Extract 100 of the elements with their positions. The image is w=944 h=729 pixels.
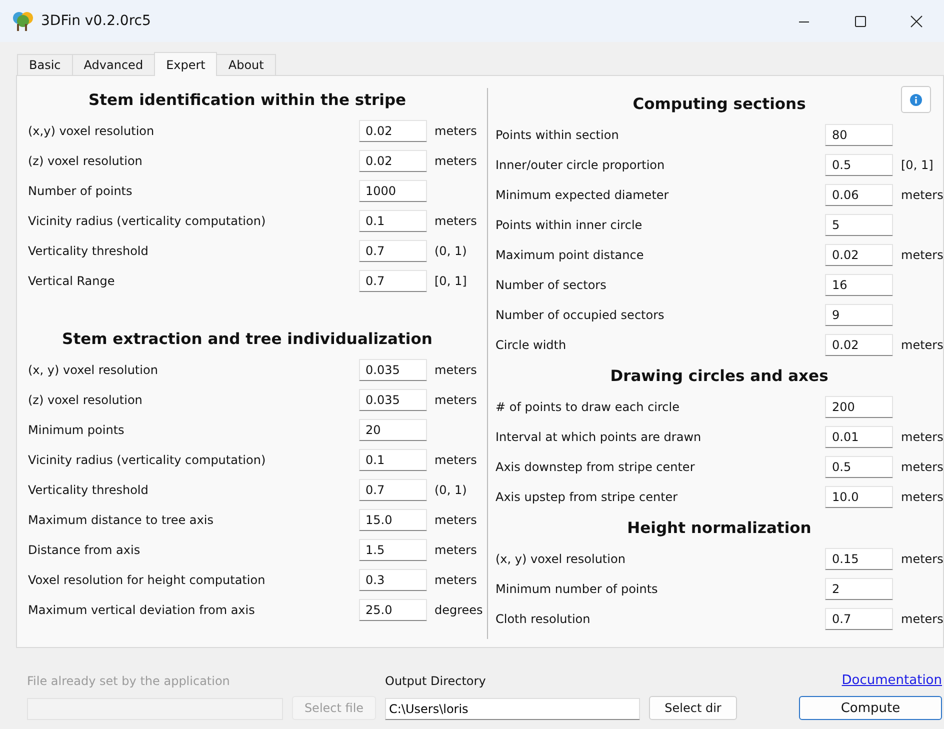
field-label: (x, y) voxel resolution bbox=[496, 552, 626, 566]
unit-label: (0, 1) bbox=[434, 244, 468, 258]
file-label: File already set by the application bbox=[27, 674, 231, 688]
unit-label: degrees bbox=[434, 603, 484, 617]
unit-label: meters bbox=[901, 552, 943, 566]
input-field[interactable]: 9 bbox=[825, 304, 893, 326]
unit-label: meters bbox=[901, 338, 943, 352]
input-field[interactable]: 2 bbox=[825, 578, 893, 600]
input-field[interactable]: 5 bbox=[825, 214, 893, 236]
field-label: Minimum points bbox=[28, 423, 126, 437]
info-button[interactable] bbox=[901, 86, 931, 113]
field-label: Vicinity radius (verticality computation) bbox=[28, 214, 267, 228]
unit-label: (0, 1) bbox=[434, 483, 468, 497]
input-field[interactable]: 0.7 bbox=[358, 270, 426, 292]
field-label: Axis upstep from stripe center bbox=[496, 490, 679, 504]
input-field[interactable]: 0.7 bbox=[358, 479, 426, 501]
field-label: (x,y) voxel resolution bbox=[28, 124, 156, 138]
input-field[interactable]: 1.5 bbox=[358, 539, 426, 561]
field-label: Inner/outer circle proportion bbox=[496, 158, 666, 172]
input-field[interactable]: 20 bbox=[358, 419, 426, 441]
field-label: Vicinity radius (verticality computation) bbox=[28, 453, 267, 467]
field-label: Vertical Range bbox=[28, 274, 116, 288]
input-field[interactable]: 0.02 bbox=[358, 150, 426, 172]
input-field[interactable]: 10.0 bbox=[825, 486, 893, 508]
select-dir-button[interactable]: Select dir bbox=[649, 696, 737, 720]
section-title: Drawing circles and axes bbox=[610, 367, 828, 385]
field-label: Cloth resolution bbox=[496, 612, 592, 626]
field-label: Distance from axis bbox=[28, 543, 142, 557]
output-directory-field[interactable]: C:\Users\loris bbox=[385, 698, 640, 720]
field-label: Number of points bbox=[28, 184, 134, 198]
tree-icon bbox=[12, 11, 34, 31]
field-label: # of points to draw each circle bbox=[496, 400, 680, 414]
input-field[interactable]: 0.01 bbox=[825, 426, 893, 448]
field-label: Points within inner circle bbox=[496, 218, 644, 232]
info-icon bbox=[910, 94, 922, 106]
window-title: 3DFin v0.2.0rc5 bbox=[41, 13, 151, 29]
field-label: Verticality threshold bbox=[28, 244, 150, 258]
documentation-link[interactable]: Documentation bbox=[842, 673, 942, 688]
field-label: Points within section bbox=[496, 128, 620, 142]
output-directory-label: Output Directory bbox=[385, 674, 487, 688]
tab[interactable]: Basic bbox=[17, 54, 73, 75]
input-field[interactable]: 0.02 bbox=[825, 334, 893, 356]
input-field[interactable]: 0.5 bbox=[825, 456, 893, 478]
input-field[interactable]: 0.1 bbox=[358, 449, 426, 471]
unit-label: meters bbox=[434, 214, 478, 228]
field-label: Minimum number of points bbox=[496, 582, 659, 596]
section-title: Computing sections bbox=[632, 95, 806, 113]
unit-label: meters bbox=[901, 460, 943, 474]
input-field[interactable]: 1000 bbox=[358, 180, 426, 202]
field-label: (z) voxel resolution bbox=[28, 154, 144, 168]
field-label: Maximum vertical deviation from axis bbox=[28, 603, 256, 617]
field-label: Voxel resolution for height computation bbox=[28, 573, 266, 587]
field-label: Maximum point distance bbox=[496, 248, 645, 262]
unit-label: meters bbox=[434, 363, 478, 377]
unit-label: meters bbox=[434, 543, 478, 557]
input-field[interactable]: 0.15 bbox=[825, 548, 893, 570]
unit-label: meters bbox=[434, 393, 478, 407]
input-field[interactable]: 0.06 bbox=[825, 184, 893, 206]
unit-label: meters bbox=[901, 248, 943, 262]
unit-label: meters bbox=[434, 453, 478, 467]
field-label: (x, y) voxel resolution bbox=[28, 363, 159, 377]
section-title: Height normalization bbox=[627, 519, 812, 537]
input-field[interactable]: 25.0 bbox=[358, 599, 426, 621]
field-label: Maximum distance to tree axis bbox=[28, 513, 214, 527]
section-title: Stem extraction and tree individualization bbox=[62, 330, 432, 348]
input-field[interactable]: 15.0 bbox=[358, 509, 426, 531]
unit-label: meters bbox=[434, 154, 478, 168]
input-field[interactable]: 0.02 bbox=[825, 244, 893, 266]
input-field[interactable]: 0.02 bbox=[358, 120, 426, 142]
field-label: Number of sectors bbox=[496, 278, 608, 292]
input-field[interactable]: 0.3 bbox=[358, 569, 426, 591]
field-label: Circle width bbox=[496, 338, 568, 352]
input-field[interactable]: 0.7 bbox=[358, 240, 426, 262]
unit-label: meters bbox=[901, 188, 943, 202]
field-label: Axis downstep from stripe center bbox=[496, 460, 696, 474]
section-title: Stem identification within the stripe bbox=[88, 91, 406, 109]
compute-button[interactable]: Compute bbox=[799, 696, 942, 720]
field-label: (z) voxel resolution bbox=[28, 393, 144, 407]
input-field[interactable]: 0.035 bbox=[358, 389, 426, 411]
input-field[interactable]: 0.1 bbox=[358, 210, 426, 232]
input-field[interactable]: 80 bbox=[825, 124, 893, 146]
tab[interactable]: Expert bbox=[154, 52, 218, 76]
unit-label: meters bbox=[901, 490, 943, 504]
field-label: Number of occupied sectors bbox=[496, 308, 666, 322]
unit-label: meters bbox=[901, 430, 943, 444]
tab[interactable]: About bbox=[216, 54, 276, 75]
unit-label: meters bbox=[901, 612, 943, 626]
unit-label: [0, 1] bbox=[434, 274, 468, 288]
input-field[interactable]: 16 bbox=[825, 274, 893, 296]
unit-label: meters bbox=[434, 124, 478, 138]
input-field[interactable]: 0.5 bbox=[825, 154, 893, 176]
input-field[interactable]: 200 bbox=[825, 396, 893, 418]
unit-label: meters bbox=[434, 573, 478, 587]
field-label: Minimum expected diameter bbox=[496, 188, 670, 202]
unit-label: meters bbox=[434, 513, 478, 527]
input-field[interactable]: 0.035 bbox=[358, 359, 426, 381]
input-field[interactable]: 0.7 bbox=[825, 608, 893, 630]
field-label: Interval at which points are drawn bbox=[496, 430, 702, 444]
unit-label: [0, 1] bbox=[901, 158, 934, 172]
field-label: Verticality threshold bbox=[28, 483, 150, 497]
